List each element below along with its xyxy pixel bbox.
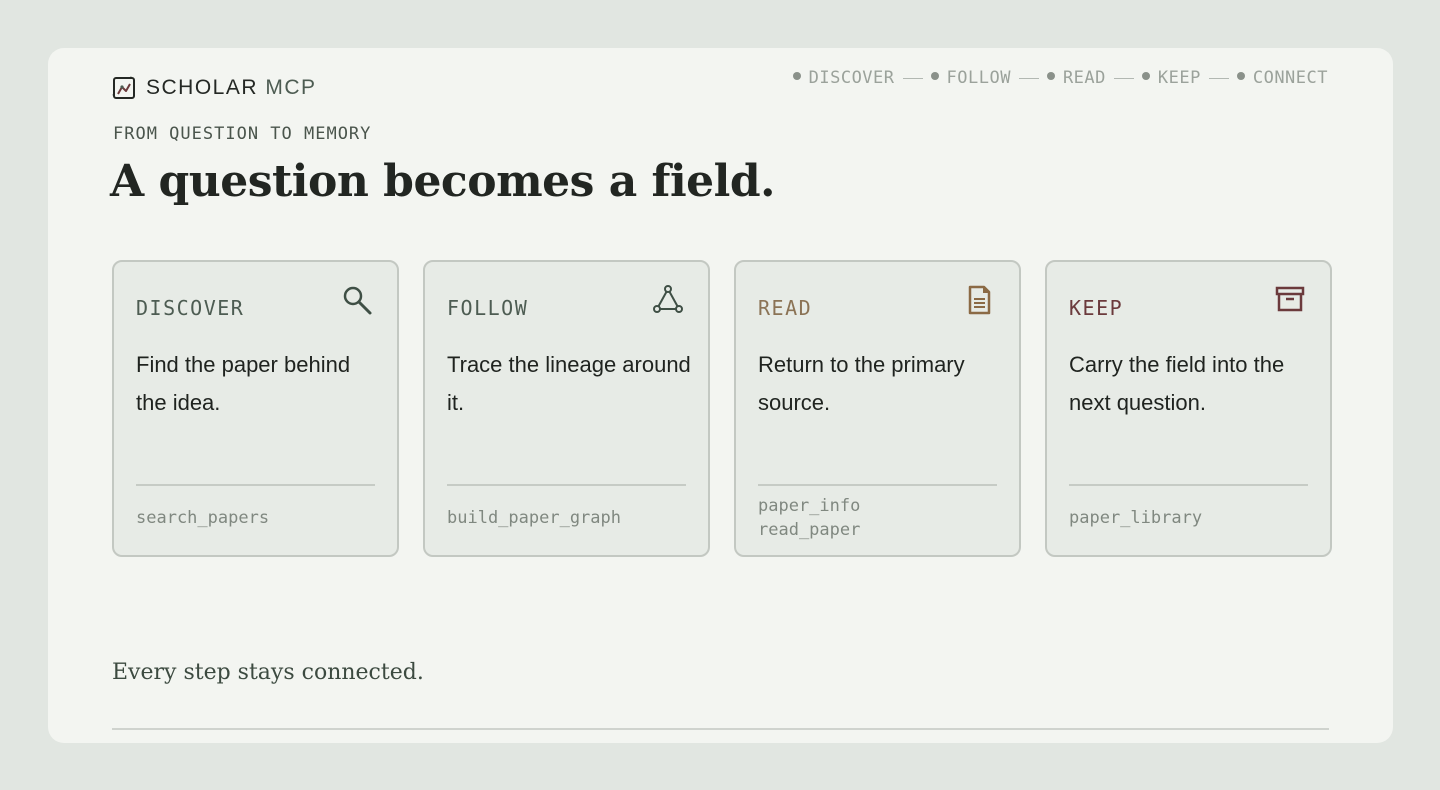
step-follow[interactable]: FOLLOW — [930, 68, 1011, 88]
card-row: DISCOVER Find the paper behind the idea.… — [112, 260, 1332, 557]
brand-name: SCHOLAR MCP — [146, 76, 317, 99]
card-tools: search_papers — [136, 506, 269, 530]
step-label: KEEP — [1157, 68, 1201, 88]
step-dot — [1141, 72, 1150, 80]
chart-logo-icon — [110, 74, 136, 100]
step-dot — [1046, 72, 1055, 80]
search-icon — [341, 284, 373, 316]
step-dot — [1236, 72, 1245, 80]
step-separator — [1208, 77, 1229, 79]
step-label: CONNECT — [1252, 68, 1328, 88]
step-label: READ — [1062, 68, 1106, 88]
archive-icon — [1274, 284, 1306, 316]
card-label: FOLLOW — [447, 296, 529, 320]
card-description: Find the paper behind the idea. — [136, 352, 351, 415]
card-tools: build_paper_graph — [447, 506, 621, 530]
card-divider — [1069, 484, 1308, 486]
card-read[interactable]: READ Return to the primary source. paper… — [734, 260, 1021, 557]
card-tools: paper_info read_paper — [758, 494, 860, 542]
card-discover[interactable]: DISCOVER Find the paper behind the idea.… — [112, 260, 399, 557]
step-dot — [792, 72, 801, 80]
page-title: A question becomes a field. — [110, 156, 775, 207]
card-divider — [447, 484, 686, 486]
tool-name: paper_library — [1069, 508, 1203, 528]
step-read[interactable]: READ — [1046, 68, 1106, 88]
step-label: FOLLOW — [946, 68, 1011, 88]
tool-name: search_papers — [136, 508, 270, 528]
card-divider — [136, 484, 375, 486]
card-tools: paper_library — [1069, 506, 1202, 530]
step-separator — [1018, 77, 1039, 79]
step-separator — [1113, 77, 1134, 79]
tool-name: read_paper — [758, 520, 861, 540]
footer-tagline: Every step stays connected. — [112, 660, 424, 685]
footer-divider — [112, 728, 1329, 730]
step-connect[interactable]: CONNECT — [1236, 68, 1328, 88]
eyebrow: FROM QUESTION TO MEMORY — [113, 124, 372, 144]
card-label: KEEP — [1069, 296, 1124, 320]
card-keep[interactable]: KEEP Carry the field into the next quest… — [1045, 260, 1332, 557]
card-description: Carry the field into the next question. — [1069, 352, 1285, 415]
stepper: DISCOVER FOLLOW READ KEEP CONNECT — [792, 68, 1328, 88]
tool-name: paper_info — [758, 496, 861, 516]
card-follow[interactable]: FOLLOW Trace the lineage around it. buil… — [423, 260, 710, 557]
card-description: Trace the lineage around it. — [447, 352, 691, 415]
card-description: Return to the primary source. — [758, 352, 965, 415]
step-separator — [902, 77, 923, 79]
main-panel: SCHOLAR MCP DISCOVER FOLLOW READ KEEP CO… — [48, 48, 1393, 743]
card-label: READ — [758, 296, 813, 320]
card-label: DISCOVER — [136, 296, 245, 320]
card-divider — [758, 484, 997, 486]
step-keep[interactable]: KEEP — [1141, 68, 1201, 88]
tool-name: build_paper_graph — [447, 508, 621, 528]
graph-icon — [652, 284, 684, 316]
step-label: DISCOVER — [808, 68, 895, 88]
document-icon — [963, 284, 995, 316]
step-discover[interactable]: DISCOVER — [792, 68, 895, 88]
step-dot — [930, 72, 939, 80]
brand[interactable]: SCHOLAR MCP — [110, 72, 317, 104]
